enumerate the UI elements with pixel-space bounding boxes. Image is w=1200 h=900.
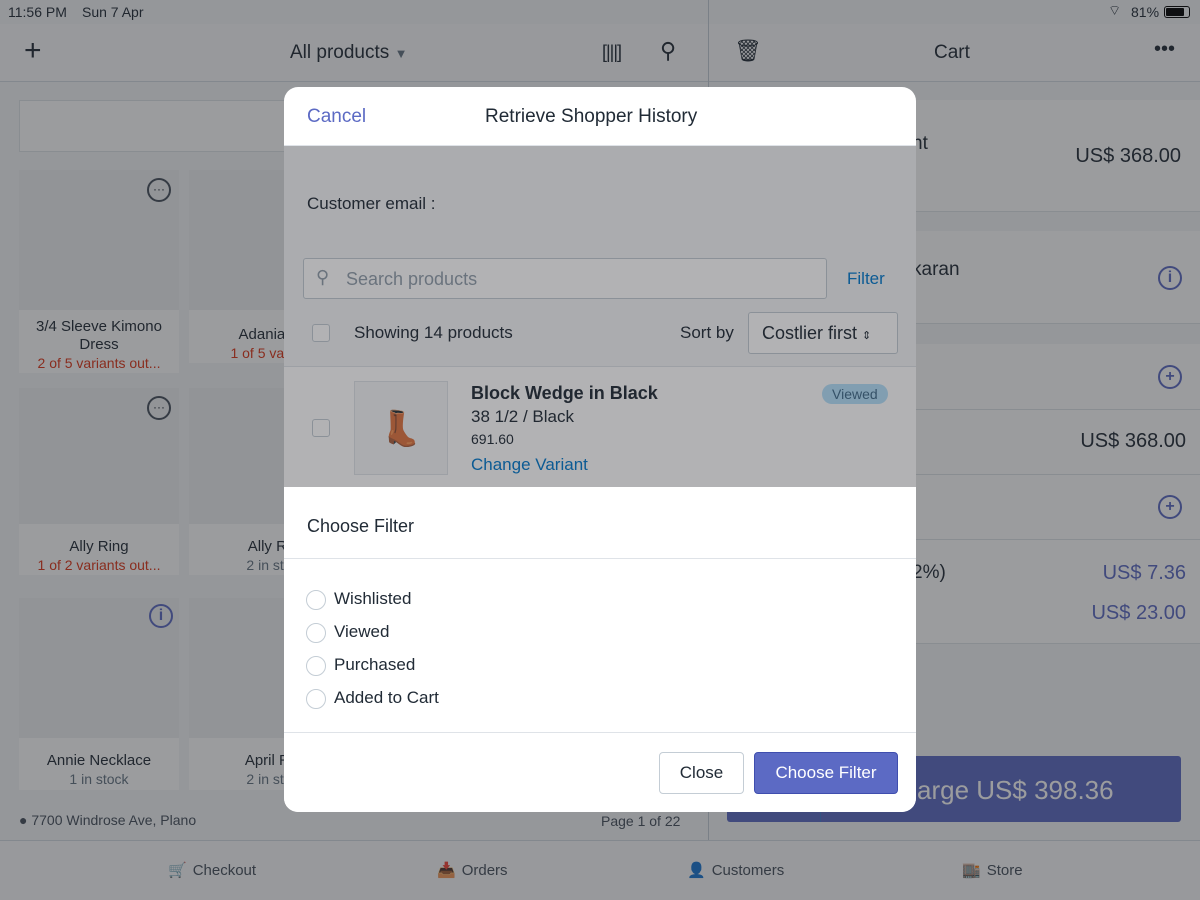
shopper-history-content: Customer email : ⚲ Search products Filte… [284,146,916,487]
radio-button[interactable] [306,688,326,709]
radio-button[interactable] [306,622,326,643]
option-label: Viewed [334,622,390,641]
option-label: Wishlisted [334,589,412,608]
filter-option-purchased[interactable]: Purchased [306,655,415,676]
option-label: Purchased [334,655,416,674]
radio-button[interactable] [306,589,326,610]
modal-header: Cancel Retrieve Shopper History [284,87,916,146]
filter-option-wishlisted[interactable]: Wishlisted [306,589,411,610]
content-dim-overlay [284,146,916,487]
choose-filter-button[interactable]: Choose Filter [754,752,898,794]
option-label: Added to Cart [334,688,439,707]
filter-panel-title: Choose Filter [307,516,415,536]
cancel-button[interactable]: Cancel [307,106,366,128]
radio-button[interactable] [306,655,326,676]
modal-title: Retrieve Shopper History [485,106,698,127]
filter-option-viewed[interactable]: Viewed [306,622,389,643]
retrieve-shopper-history-modal: Cancel Retrieve Shopper History Customer… [284,87,916,812]
close-button[interactable]: Close [659,752,744,794]
filter-option-added-to-cart[interactable]: Added to Cart [306,688,439,709]
